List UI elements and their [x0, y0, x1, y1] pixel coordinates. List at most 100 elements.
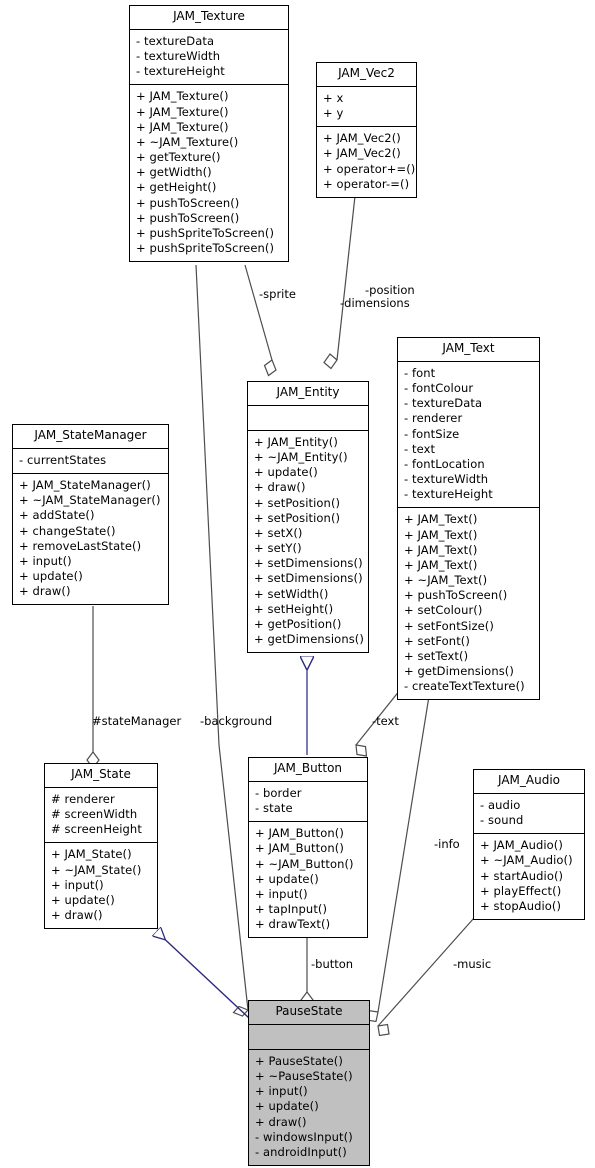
method-row: + ~JAM_Audio() [480, 853, 573, 868]
uml-class-diagram: JAM_Texture - textureData - textureWidth… [0, 0, 595, 1168]
attribute-row: - text [404, 441, 436, 456]
class-title: JAM_StateManager [13, 425, 168, 449]
method-row: + update() [254, 465, 318, 480]
method-row: + JAM_Text() [404, 527, 478, 542]
method-row: + getHeight() [136, 180, 217, 195]
method-row: + JAM_Button() [255, 841, 344, 856]
class-title: PauseState [249, 1001, 369, 1025]
method-row: + ~JAM_Button() [255, 856, 354, 871]
edge-vec2-entity [323, 195, 356, 370]
edge-state-pausestate-inheritance [157, 932, 250, 1019]
edge-label-statemanager: #stateManager [92, 714, 182, 728]
class-node-jam-text[interactable]: JAM_Text - font - fontColour - textureDa… [397, 337, 540, 701]
class-title: JAM_Texture [130, 6, 288, 30]
class-methods: + JAM_State() + ~JAM_State() + input() +… [45, 843, 157, 928]
method-row: + setFont() [404, 633, 470, 648]
method-row: + ~JAM_Text() [404, 573, 488, 588]
attribute-row: - renderer [404, 411, 463, 426]
class-node-jam-state[interactable]: JAM_State # renderer # screenWidth # scr… [44, 763, 158, 930]
method-row: + pushToScreen() [404, 588, 508, 603]
class-node-jam-vec2[interactable]: JAM_Vec2 + x + y + JAM_Vec2() + JAM_Vec2… [316, 62, 417, 198]
class-title: JAM_Button [249, 758, 367, 782]
class-title: JAM_Vec2 [317, 63, 416, 87]
class-node-jam-statemanager[interactable]: JAM_StateManager - currentStates + JAM_S… [12, 424, 169, 606]
method-row: + setWidth() [254, 586, 329, 601]
class-methods: + JAM_Text() + JAM_Text() + JAM_Text() +… [398, 508, 539, 699]
method-row: + stopAudio() [480, 898, 562, 913]
attribute-row: - textureData [136, 33, 215, 48]
method-row: + JAM_Vec2() [323, 146, 401, 161]
method-row: + pushSpriteToScreen() [136, 241, 275, 256]
method-row: + PauseState() [255, 1053, 343, 1068]
method-row: + JAM_State() [51, 847, 132, 862]
class-methods: + JAM_Audio() + ~JAM_Audio() + startAudi… [474, 834, 584, 919]
method-row: + ~JAM_Texture() [136, 134, 239, 149]
edge-audio-pausestate [377, 917, 475, 1037]
class-attributes: # renderer # screenWidth # screenHeight [45, 788, 157, 844]
method-row: + setColour() [404, 603, 483, 618]
edge-label-background: -background [200, 714, 273, 728]
attribute-row: # screenHeight [51, 822, 142, 837]
method-row: + setDimensions() [254, 571, 363, 586]
attribute-row: # screenWidth [51, 807, 138, 821]
class-node-jam-texture[interactable]: JAM_Texture - textureData - textureWidth… [129, 5, 289, 263]
method-row: - windowsInput() [255, 1129, 353, 1144]
method-row: + ~JAM_Entity() [254, 450, 348, 464]
method-row: + operator+=() [323, 161, 416, 176]
method-row: + changeState() [19, 523, 116, 538]
method-row: + pushToScreen() [136, 195, 240, 210]
method-row: + JAM_Button() [255, 826, 344, 841]
attribute-row: - textureHeight [404, 487, 493, 502]
class-node-jam-entity[interactable]: JAM_Entity + JAM_Entity() + ~JAM_Entity(… [247, 381, 369, 654]
method-row: + pushSpriteToScreen() [136, 225, 275, 240]
class-attributes: - audio - sound [474, 794, 584, 835]
class-node-pausestate[interactable]: PauseState + PauseState() + ~PauseState(… [248, 1000, 370, 1167]
class-title: JAM_Entity [248, 382, 368, 406]
class-title: JAM_Text [398, 338, 539, 362]
attribute-row: - fontLocation [404, 456, 485, 471]
method-row: + update() [51, 892, 115, 907]
attribute-row: - font [404, 365, 436, 380]
method-row: + JAM_Texture() [136, 119, 229, 134]
edge-texture-entity [244, 264, 277, 377]
class-attributes: - font - fontColour - textureData - rend… [398, 362, 539, 509]
method-row: + update() [255, 1099, 319, 1114]
method-row: + JAM_Audio() [480, 838, 563, 853]
method-row: + getWidth() [136, 165, 212, 180]
attribute-row: - fontSize [404, 426, 460, 441]
method-row: + JAM_Text() [404, 542, 478, 557]
method-row: + getPosition() [254, 616, 342, 631]
edge-texture-pausestate [195, 264, 250, 1017]
method-row: - androidInput() [255, 1144, 347, 1159]
edge-label-text: -text [372, 714, 399, 728]
method-row: + ~JAM_StateManager() [19, 493, 161, 508]
method-row: + input() [255, 1084, 308, 1099]
method-row: + JAM_Vec2() [323, 131, 401, 146]
method-row: + JAM_Entity() [254, 434, 338, 449]
attribute-row: - sound [480, 813, 524, 827]
method-row: + JAM_Texture() [136, 104, 229, 119]
method-row: + input() [51, 877, 104, 892]
class-attributes: - textureData - textureWidth - textureHe… [130, 30, 288, 86]
edge-label-music: -music [453, 957, 492, 971]
class-node-jam-audio[interactable]: JAM_Audio - audio - sound + JAM_Audio() … [473, 769, 585, 921]
attribute-row: + x [323, 90, 344, 105]
edge-text-pausestate [365, 689, 431, 1023]
attribute-row: - audio [480, 797, 521, 812]
method-row: + ~JAM_State() [51, 862, 142, 877]
edge-label-dimensions: -dimensions [340, 296, 410, 310]
method-row: + JAM_StateManager() [19, 478, 151, 492]
class-methods: + JAM_Button() + JAM_Button() + ~JAM_But… [249, 822, 367, 937]
attribute-row: # renderer [51, 791, 115, 806]
method-row: + getDimensions() [254, 632, 364, 647]
method-row: + setPosition() [254, 510, 341, 525]
method-row: + setFontSize() [404, 618, 494, 633]
method-row: + draw() [254, 480, 306, 495]
class-methods: + PauseState() + ~PauseState() + input()… [249, 1050, 369, 1165]
method-row: + drawText() [255, 917, 331, 932]
method-row: + setX() [254, 525, 303, 540]
method-row: + getDimensions() [404, 664, 514, 679]
class-node-jam-button[interactable]: JAM_Button - border - state + JAM_Button… [248, 757, 368, 939]
attribute-row: - textureWidth [136, 49, 221, 63]
attribute-row: - border [255, 785, 302, 800]
